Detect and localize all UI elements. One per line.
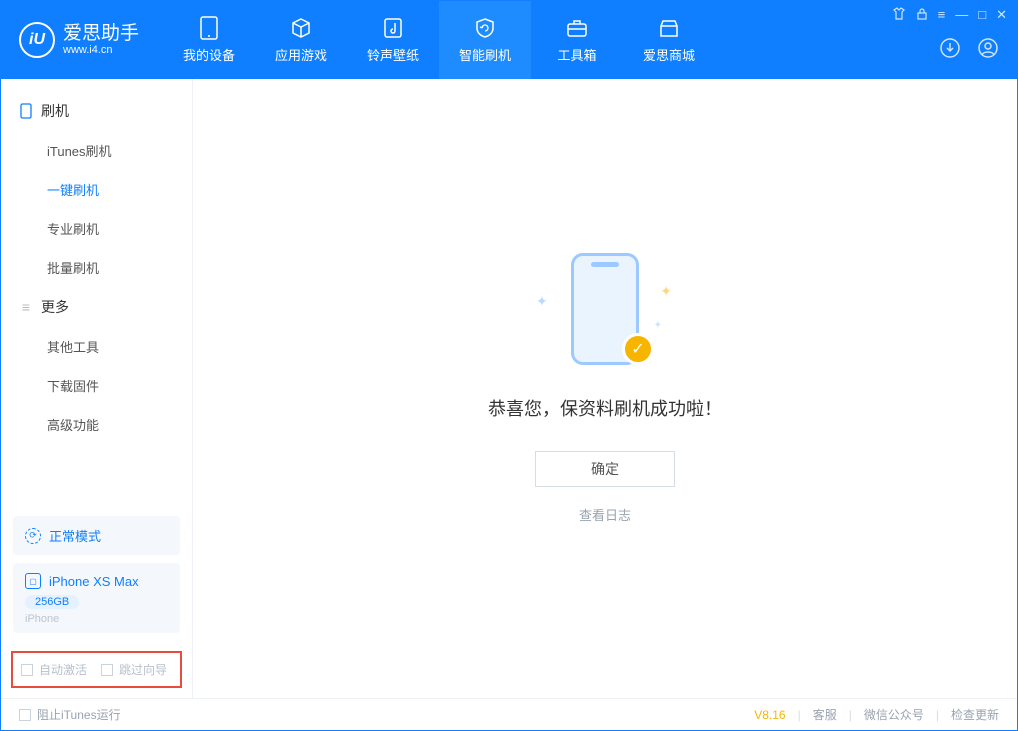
section-flash: 刷机 [1, 91, 192, 131]
section-more: ≡ 更多 [1, 287, 192, 327]
tab-label: 工具箱 [558, 45, 597, 64]
section-title: 刷机 [41, 101, 69, 121]
checkbox-icon [19, 709, 31, 721]
main-content: ✦ ✦ ✦ ✓ 恭喜您，保资料刷机成功啦！ 确定 查看日志 [193, 79, 1017, 698]
account-icon[interactable] [977, 37, 999, 59]
menu-icon[interactable]: ≡ [938, 7, 946, 23]
flash-options-row: 自动激活 跳过向导 [11, 651, 182, 688]
checkbox-label: 阻止iTunes运行 [37, 706, 121, 723]
sparkle-icon: ✦ [654, 320, 662, 331]
device-name: iPhone XS Max [49, 574, 139, 589]
store-icon [658, 17, 680, 39]
nav-download-firmware[interactable]: 下载固件 [1, 366, 192, 405]
sidebar: 刷机 iTunes刷机 一键刷机 专业刷机 批量刷机 ≡ 更多 其他工具 下载固… [1, 79, 193, 698]
phone-icon [19, 104, 33, 118]
nav-other-tools[interactable]: 其他工具 [1, 327, 192, 366]
app-window: iU 爱思助手 www.i4.cn 我的设备 应用游戏 铃声壁纸 智能刷机 [0, 0, 1018, 731]
checkbox-block-itunes[interactable]: 阻止iTunes运行 [19, 706, 121, 723]
app-name: 爱思助手 [63, 24, 139, 45]
tab-apps[interactable]: 应用游戏 [255, 1, 347, 79]
success-message: 恭喜您，保资料刷机成功啦！ [488, 395, 722, 421]
mode-label: 正常模式 [49, 526, 101, 545]
confirm-button[interactable]: 确定 [535, 451, 675, 487]
device-icon [198, 17, 220, 39]
sparkle-icon: ✦ [660, 283, 672, 300]
tab-ringtones[interactable]: 铃声壁纸 [347, 1, 439, 79]
cube-icon [290, 17, 312, 39]
device-capacity: 256GB [25, 595, 79, 609]
nav-advanced[interactable]: 高级功能 [1, 405, 192, 444]
tab-toolbox[interactable]: 工具箱 [531, 1, 623, 79]
nav-batch-flash[interactable]: 批量刷机 [1, 248, 192, 287]
tab-label: 我的设备 [183, 45, 235, 64]
list-icon: ≡ [19, 300, 33, 314]
mode-icon: ⟳ [25, 528, 41, 544]
mode-card[interactable]: ⟳ 正常模式 [13, 516, 180, 555]
tab-label: 爱思商城 [643, 45, 695, 64]
wechat-link[interactable]: 微信公众号 [864, 706, 924, 723]
toolbox-icon [566, 17, 588, 39]
version-label: V8.16 [754, 708, 785, 722]
logo: iU 爱思助手 www.i4.cn [19, 22, 139, 58]
logo-icon: iU [19, 22, 55, 58]
success-illustration: ✦ ✦ ✦ ✓ [530, 253, 680, 373]
checkbox-label: 自动激活 [39, 661, 87, 678]
section-title: 更多 [41, 297, 69, 317]
tshirt-icon[interactable] [892, 7, 906, 23]
minimize-button[interactable]: — [955, 7, 968, 23]
device-icon: ▢ [25, 573, 41, 589]
lock-icon[interactable] [916, 7, 928, 23]
check-update-link[interactable]: 检查更新 [951, 706, 999, 723]
device-card[interactable]: ▢ iPhone XS Max 256GB iPhone [13, 563, 180, 633]
top-tabs: 我的设备 应用游戏 铃声壁纸 智能刷机 工具箱 爱思商城 [163, 1, 715, 79]
checkbox-icon [21, 664, 33, 676]
tab-label: 应用游戏 [275, 45, 327, 64]
check-badge-icon: ✓ [622, 333, 654, 365]
tab-flash[interactable]: 智能刷机 [439, 1, 531, 79]
maximize-button[interactable]: □ [978, 7, 986, 23]
download-icon[interactable] [939, 37, 961, 59]
header: iU 爱思助手 www.i4.cn 我的设备 应用游戏 铃声壁纸 智能刷机 [1, 1, 1017, 79]
checkbox-auto-activate[interactable]: 自动激活 [21, 661, 87, 678]
support-link[interactable]: 客服 [813, 706, 837, 723]
tab-my-device[interactable]: 我的设备 [163, 1, 255, 79]
checkbox-label: 跳过向导 [119, 661, 167, 678]
nav-oneclick-flash[interactable]: 一键刷机 [1, 170, 192, 209]
checkbox-skip-guide[interactable]: 跳过向导 [101, 661, 167, 678]
nav-itunes-flash[interactable]: iTunes刷机 [1, 131, 192, 170]
nav-pro-flash[interactable]: 专业刷机 [1, 209, 192, 248]
refresh-shield-icon [474, 17, 496, 39]
tab-label: 铃声壁纸 [367, 45, 419, 64]
app-url: www.i4.cn [63, 44, 139, 56]
footer: 阻止iTunes运行 V8.16 | 客服 | 微信公众号 | 检查更新 [1, 698, 1017, 730]
titlebar-controls: ≡ — □ ✕ [892, 7, 1007, 23]
checkbox-icon [101, 664, 113, 676]
tab-store[interactable]: 爱思商城 [623, 1, 715, 79]
sparkle-icon: ✦ [536, 293, 548, 310]
close-button[interactable]: ✕ [996, 7, 1007, 23]
tab-label: 智能刷机 [459, 45, 511, 64]
device-panel: ⟳ 正常模式 ▢ iPhone XS Max 256GB iPhone 自动激活 [1, 508, 192, 698]
music-icon [382, 17, 404, 39]
view-log-link[interactable]: 查看日志 [579, 505, 631, 524]
user-controls [939, 37, 999, 59]
device-type: iPhone [25, 613, 168, 625]
body: 刷机 iTunes刷机 一键刷机 专业刷机 批量刷机 ≡ 更多 其他工具 下载固… [1, 79, 1017, 698]
